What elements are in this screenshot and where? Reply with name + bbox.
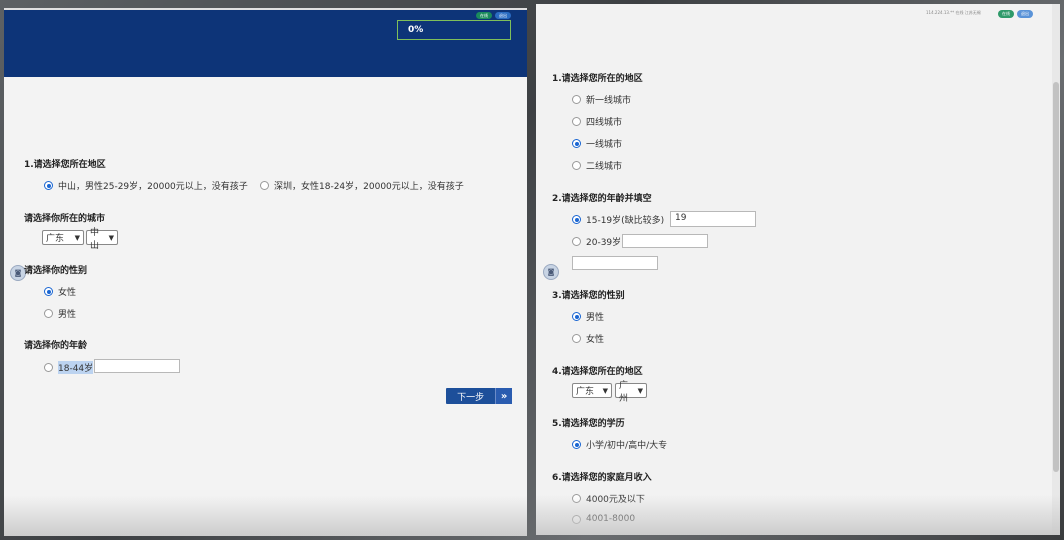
gender-option-male[interactable]: 男性: [44, 307, 76, 320]
progress-percent: 0%: [408, 25, 424, 35]
r-q1-option-3[interactable]: 一线城市: [572, 137, 622, 150]
chevron-down-icon: ▼: [602, 386, 608, 395]
next-button-label: 下一步: [457, 392, 485, 403]
option-label: 20-39岁: [586, 238, 622, 248]
city-select[interactable]: 中山 ▼: [86, 228, 118, 251]
radio-unselected[interactable]: [44, 363, 53, 372]
city-question-title: 请选择你所在的城市: [24, 214, 106, 224]
r-q1-option-4[interactable]: 二线城市: [572, 159, 622, 172]
next-button[interactable]: 下一步 »: [446, 388, 512, 404]
r-question-4-title: 4.请选择您所在的地区: [552, 367, 643, 377]
progress-box: 0%: [397, 20, 511, 40]
option-label: 新一线城市: [586, 96, 632, 106]
gender-option-female[interactable]: 女性: [44, 285, 76, 298]
option-label: 深圳，女性18-24岁，20000元以上，没有孩子: [274, 182, 464, 192]
r-q3-option-2[interactable]: 女性: [572, 332, 604, 345]
question-1-option-2[interactable]: 深圳，女性18-24岁，20000元以上，没有孩子: [260, 179, 464, 192]
radio-selected[interactable]: [572, 215, 581, 224]
age-input[interactable]: [94, 359, 180, 373]
radio-selected[interactable]: [572, 312, 581, 321]
right-badges: 在线 退出: [998, 10, 1033, 18]
city-value: 中山: [90, 227, 100, 251]
vertical-scrollbar[interactable]: [1052, 4, 1060, 535]
radio-unselected[interactable]: [572, 334, 581, 343]
r-q5-option-1[interactable]: 小学/初中/高中/大专: [572, 438, 667, 451]
ip-location-info: 114.224.13.** 在线 江苏无锡: [926, 10, 981, 15]
province-select[interactable]: 广东 ▼: [42, 230, 84, 245]
r-q2-option-2[interactable]: 20-39岁: [572, 235, 621, 248]
bottom-fade: [4, 496, 527, 536]
r-q2-option-1[interactable]: 15-19岁(缺比较多): [572, 213, 664, 226]
age-fill-input-2[interactable]: [622, 234, 708, 248]
radio-unselected[interactable]: [44, 309, 53, 318]
chevron-down-icon: ▼: [637, 386, 643, 395]
survey-window-right: 114.224.13.** 在线 江苏无锡 在线 退出 1.请选择您所在的地区 …: [536, 4, 1060, 535]
radio-unselected[interactable]: [260, 181, 269, 190]
radio-unselected[interactable]: [572, 161, 581, 170]
gender-question-title: 请选择你的性别: [24, 266, 88, 276]
city-value: 广州: [619, 380, 629, 404]
radio-unselected[interactable]: [572, 95, 581, 104]
bottom-fade: [536, 495, 1060, 535]
radio-selected[interactable]: [572, 139, 581, 148]
question-1-title: 1.请选择您所在地区: [24, 160, 106, 170]
age-question-title: 请选择你的年龄: [24, 341, 88, 351]
option-label: 二线城市: [586, 162, 623, 172]
option-label: 四线城市: [586, 118, 623, 128]
r-province-select[interactable]: 广东 ▼: [572, 383, 612, 398]
option-label: 18-44岁: [58, 361, 94, 374]
option-label: 女性: [586, 335, 605, 345]
chevron-down-icon: ▼: [108, 233, 114, 242]
r-city-select[interactable]: 广州 ▼: [615, 381, 647, 404]
survey-header: 在线 退出 0%: [4, 10, 527, 77]
radio-unselected[interactable]: [572, 237, 581, 246]
r-question-6-title: 6.请选择您的家庭月收入: [552, 473, 652, 483]
r-question-3-title: 3.请选择您的性别: [552, 291, 625, 301]
option-label: 中山，男性25-29岁，20000元以上，没有孩子: [58, 182, 248, 192]
online-badge[interactable]: 在线: [476, 12, 492, 19]
radio-selected[interactable]: [44, 287, 53, 296]
province-value: 广东: [576, 387, 595, 397]
r-question-5-title: 5.请选择您的学历: [552, 419, 625, 429]
age-fill-input-3[interactable]: [572, 256, 658, 270]
r-q1-option-2[interactable]: 四线城市: [572, 115, 622, 128]
radio-selected[interactable]: [44, 181, 53, 190]
header-badges: 在线 退出: [476, 12, 511, 19]
online-badge[interactable]: 在线: [998, 10, 1014, 18]
double-chevron-right-icon: »: [495, 388, 512, 404]
option-label: 女性: [58, 288, 77, 298]
option-label: 男性: [586, 313, 605, 323]
scrollbar-thumb[interactable]: [1053, 82, 1059, 472]
r-question-1-title: 1.请选择您所在的地区: [552, 74, 643, 84]
radio-unselected[interactable]: [572, 117, 581, 126]
logout-badge[interactable]: 退出: [1017, 10, 1033, 18]
logout-badge[interactable]: 退出: [495, 12, 511, 19]
chevron-down-icon: ▼: [74, 233, 80, 242]
r-question-2-title: 2.请选择您的年龄并填空: [552, 194, 652, 204]
age-fill-input-1[interactable]: 19: [670, 211, 756, 227]
option-label: 一线城市: [586, 140, 623, 150]
radio-selected[interactable]: [572, 440, 581, 449]
r-q1-option-1[interactable]: 新一线城市: [572, 93, 631, 106]
option-label: 小学/初中/高中/大专: [586, 441, 668, 451]
option-label: 男性: [58, 310, 77, 320]
float-assistant-icon[interactable]: ◙: [543, 264, 559, 280]
question-1-option-1[interactable]: 中山，男性25-29岁，20000元以上，没有孩子: [44, 179, 248, 192]
age-option-1[interactable]: 18-44岁: [44, 361, 94, 374]
option-label: 15-19岁(缺比较多): [586, 216, 665, 226]
survey-window-left: 在线 退出 0% 1.请选择您所在地区 中山，男性25-29岁，20000元以上…: [4, 8, 527, 536]
r-q3-option-1[interactable]: 男性: [572, 310, 604, 323]
province-value: 广东: [46, 234, 65, 244]
